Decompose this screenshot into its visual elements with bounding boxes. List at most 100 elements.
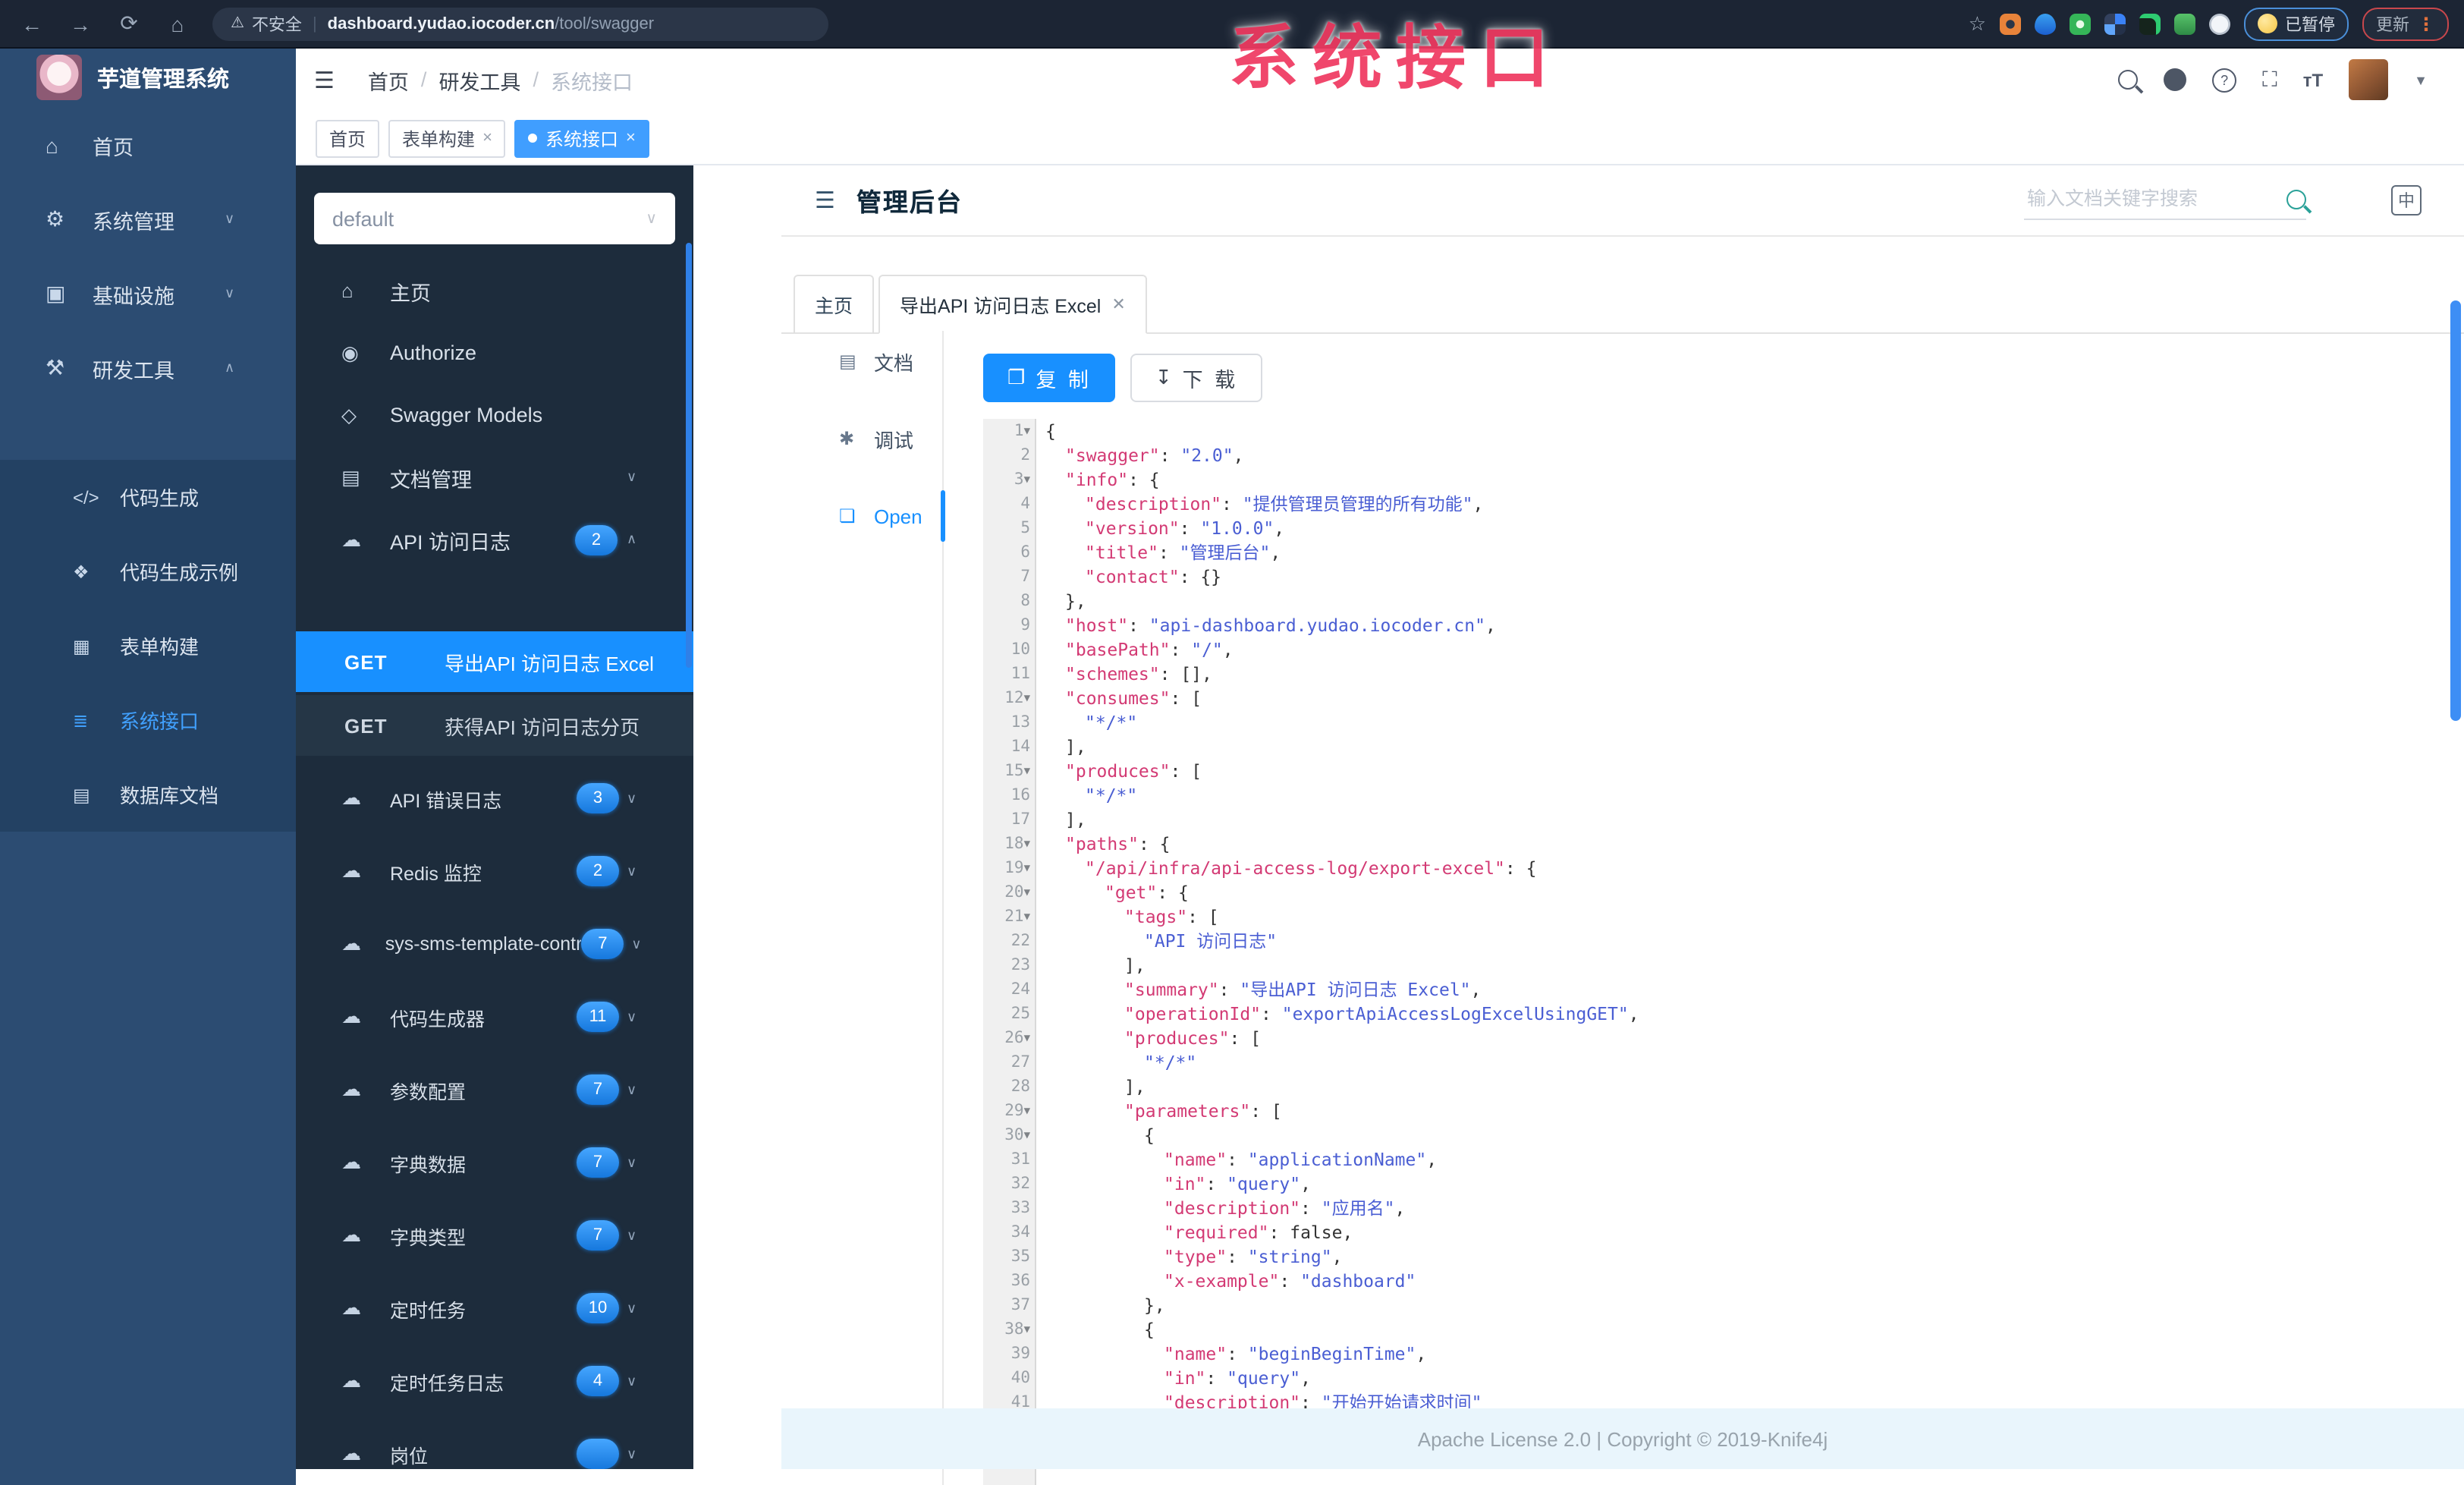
fullscreen-icon[interactable]: ⛶ — [2262, 67, 2277, 93]
code-line[interactable]: { — [1045, 419, 2464, 443]
close-icon[interactable]: × — [626, 129, 636, 147]
sidebar-subitem[interactable]: </> 代码生成 — [0, 460, 296, 534]
code-line[interactable]: "/api/infra/api-access-log/export-excel"… — [1045, 856, 2464, 880]
rail-item-open[interactable]: ❏ Open — [781, 490, 945, 542]
fold-arrow-icon[interactable]: ▼ — [1024, 905, 1030, 929]
font-size-icon[interactable]: тT — [2303, 69, 2323, 90]
home-browser-icon[interactable]: ⌂ — [164, 10, 191, 37]
code-line[interactable]: "API 访问日志" — [1045, 929, 2464, 953]
sidebar-item[interactable]: ▣ 基础设施 ∨ — [0, 256, 296, 331]
close-icon[interactable]: × — [482, 129, 492, 147]
fold-arrow-icon[interactable]: ▼ — [1024, 1099, 1030, 1123]
code-line[interactable]: "contact": {} — [1045, 565, 2464, 589]
fold-arrow-icon[interactable]: ▼ — [1024, 1317, 1030, 1342]
code-line[interactable]: "produces": [ — [1045, 759, 2464, 783]
api-nav-item[interactable]: ☁ API 访问日志 2 ∧ — [296, 508, 693, 571]
code-line[interactable]: "name": "applicationName", — [1045, 1147, 2464, 1172]
code-line[interactable]: ], — [1045, 1074, 2464, 1099]
fold-arrow-icon[interactable]: ▼ — [1024, 1026, 1030, 1050]
sidebar-subitem[interactable]: ❖ 代码生成示例 — [0, 534, 296, 609]
code-line[interactable]: { — [1045, 1317, 2464, 1342]
hamburger-icon[interactable]: ☰ — [314, 66, 335, 93]
code-line[interactable]: "schemes": [], — [1045, 662, 2464, 686]
api-group[interactable]: ☁ 字典类型 7 ∨ — [296, 1199, 693, 1272]
code-line[interactable]: "required": false, — [1045, 1220, 2464, 1244]
code-line[interactable]: ], — [1045, 735, 2464, 759]
api-group[interactable]: ☁ sys-sms-template-controller7 ∨ — [296, 908, 693, 980]
extension-icon[interactable] — [2139, 13, 2161, 34]
fold-arrow-icon[interactable]: ▼ — [1024, 856, 1030, 880]
code-line[interactable]: "consumes": [ — [1045, 686, 2464, 710]
search-icon[interactable] — [2118, 70, 2139, 90]
sidebar-item[interactable]: ⚙ 系统管理 ∨ — [0, 182, 296, 256]
doc-search-input[interactable] — [2024, 187, 2277, 211]
download-button[interactable]: ↧ 下 载 — [1130, 354, 1263, 402]
extension-icon[interactable] — [2070, 13, 2091, 34]
code-line[interactable]: "*/*" — [1045, 783, 2464, 807]
doc-search-icon[interactable] — [2286, 189, 2306, 209]
close-icon[interactable]: ✕ — [1111, 294, 1125, 314]
api-nav-item[interactable]: ◉ Authorize — [296, 322, 693, 384]
fold-arrow-icon[interactable]: ▼ — [1024, 759, 1030, 783]
chevron-down-icon[interactable]: ▼ — [2414, 72, 2428, 87]
code-line[interactable]: "paths": { — [1045, 832, 2464, 856]
code-line[interactable]: "in": "query", — [1045, 1172, 2464, 1196]
extension-icon[interactable] — [2000, 13, 2021, 34]
reload-icon[interactable]: ⟳ — [115, 10, 143, 37]
code-line[interactable]: "version": "1.0.0", — [1045, 516, 2464, 540]
api-nav-item[interactable]: ▤ 文档管理 ∨ — [296, 446, 693, 508]
doc-tab[interactable]: 导出API 访问日志 Excel ✕ — [878, 275, 1147, 334]
sidebar-subitem[interactable]: ≣ 系统接口 — [0, 683, 296, 757]
breadcrumb-item[interactable]: 研发工具 — [438, 64, 520, 95]
forward-icon[interactable]: → — [67, 10, 94, 37]
code-line[interactable]: "description": "提供管理员管理的所有功能", — [1045, 492, 2464, 516]
logo[interactable]: 芋道管理系统 — [0, 47, 296, 108]
rail-item-文档[interactable]: ▤ 文档 — [781, 340, 942, 382]
view-tag[interactable]: 表单构建 × — [388, 119, 506, 157]
code-line[interactable]: "name": "beginBeginTime", — [1045, 1342, 2464, 1366]
api-group[interactable]: ☁ API 错误日志 3 ∨ — [296, 762, 693, 835]
code-line[interactable]: "x-example": "dashboard" — [1045, 1269, 2464, 1293]
fold-arrow-icon[interactable]: ▼ — [1024, 419, 1030, 443]
editor-lines[interactable]: {"swagger": "2.0", "info": {"description"… — [1036, 419, 2464, 1485]
code-line[interactable]: "*/*" — [1045, 710, 2464, 735]
api-group[interactable]: ☁ 岗位 ∨ — [296, 1417, 693, 1469]
code-line[interactable]: "title": "管理后台", — [1045, 540, 2464, 565]
user-avatar[interactable] — [2349, 59, 2389, 100]
doc-tab[interactable]: 主页 — [794, 275, 875, 334]
code-line[interactable]: ], — [1045, 953, 2464, 977]
help-icon[interactable]: ? — [2212, 68, 2237, 92]
code-editor[interactable]: 1 ▼ 2 3 ▼ 4 5 6 7 8 9 10 11 12 ▼ 13 14 15 ▼ 16 17 18 ▼ 19 … — [983, 419, 2464, 1485]
api-nav-item[interactable]: ◇ Swagger Models — [296, 384, 693, 446]
address-bar[interactable]: ⚠ 不安全 | dashboard.yudao.iocoder.cn/tool/… — [212, 7, 828, 40]
extension-icon[interactable] — [2104, 13, 2126, 34]
code-line[interactable]: "type": "string", — [1045, 1244, 2464, 1269]
code-line[interactable]: }, — [1045, 1293, 2464, 1317]
copy-button[interactable]: ❐ 复 制 — [983, 354, 1116, 402]
code-line[interactable]: "info": { — [1045, 467, 2464, 492]
back-icon[interactable]: ← — [18, 10, 46, 37]
group-select[interactable]: default ∨ — [314, 193, 675, 244]
fold-arrow-icon[interactable]: ▼ — [1024, 467, 1030, 492]
code-line[interactable]: "basePath": "/", — [1045, 637, 2464, 662]
code-line[interactable]: { — [1045, 1123, 2464, 1147]
api-group[interactable]: ☁ 参数配置 7 ∨ — [296, 1053, 693, 1126]
github-icon[interactable] — [2164, 68, 2187, 91]
api-group[interactable]: ☁ 代码生成器 11 ∨ — [296, 980, 693, 1053]
menu-dots-icon[interactable]: ⋮ — [2417, 13, 2435, 34]
breadcrumb-item[interactable]: 首页 — [368, 64, 409, 95]
code-line[interactable]: "parameters": [ — [1045, 1099, 2464, 1123]
code-line[interactable]: "host": "api-dashboard.yudao.iocoder.cn"… — [1045, 613, 2464, 637]
page-scrollbar[interactable] — [2450, 300, 2461, 721]
bookmark-star-icon[interactable]: ☆ — [1969, 11, 1986, 36]
update-button[interactable]: 更新 ⋮ — [2362, 7, 2449, 40]
code-line[interactable]: "*/*" — [1045, 1050, 2464, 1074]
code-line[interactable]: "operationId": "exportApiAccessLogExcelU… — [1045, 1002, 2464, 1026]
api-group[interactable]: ☁ 定时任务 10 ∨ — [296, 1272, 693, 1345]
code-line[interactable]: ], — [1045, 807, 2464, 832]
sidebar-item[interactable]: ⌂ 首页 — [0, 108, 296, 182]
extension-icon[interactable] — [2174, 13, 2195, 34]
api-operation[interactable]: GET 导出API 访问日志 Excel — [296, 631, 693, 692]
language-icon[interactable]: 中 — [2391, 184, 2422, 215]
code-line[interactable]: "summary": "导出API 访问日志 Excel", — [1045, 977, 2464, 1002]
